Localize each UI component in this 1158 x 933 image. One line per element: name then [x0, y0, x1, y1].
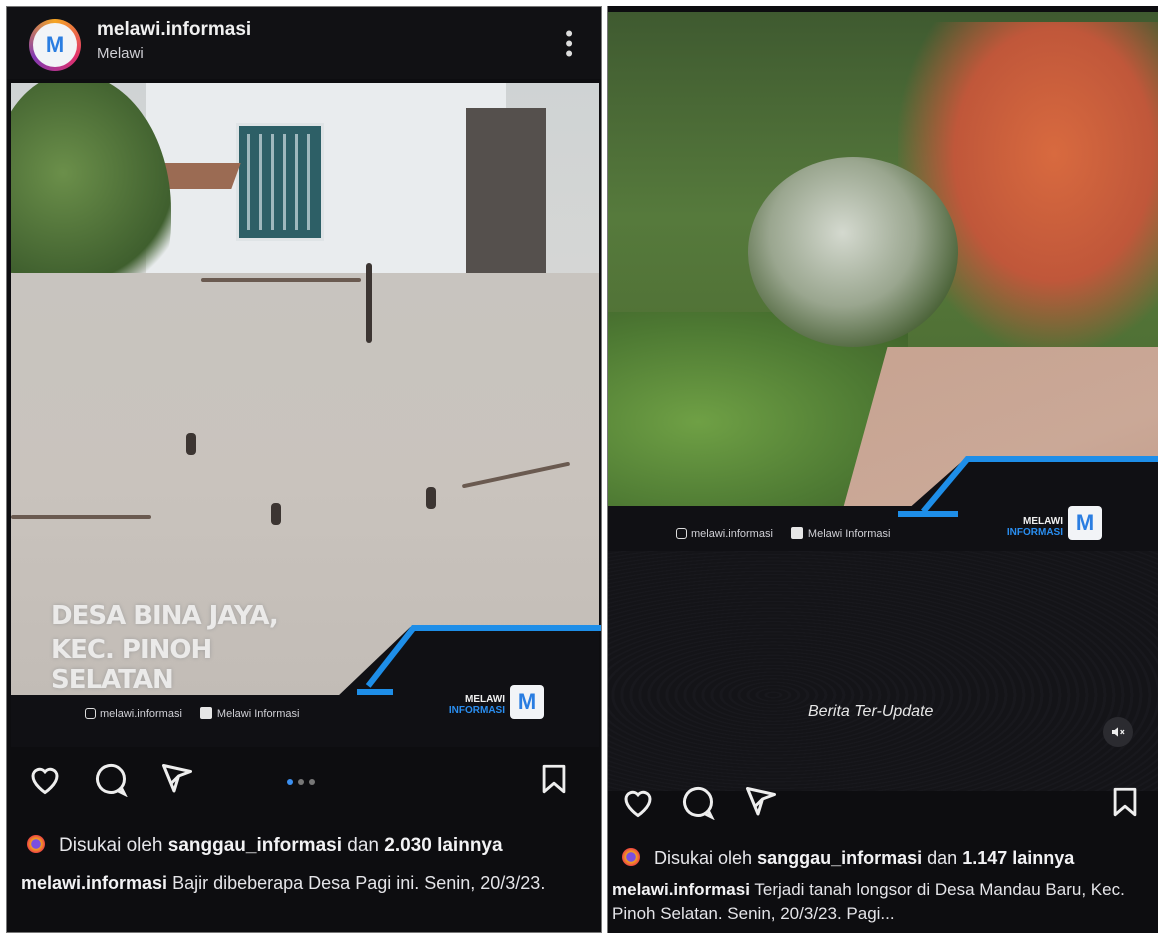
- caption-username[interactable]: melawi.informasi: [612, 880, 750, 899]
- bookmark-icon[interactable]: [537, 761, 571, 797]
- brand-accent-line: [357, 689, 393, 695]
- facebook-icon: [199, 707, 212, 719]
- more-icon[interactable]: • • •: [565, 23, 573, 65]
- brand-logo-icon: M: [1068, 506, 1102, 540]
- social-facebook: Melawi Informasi: [790, 527, 890, 540]
- post-caption: melawi.informasi Terjadi tanah longsor d…: [612, 878, 1152, 926]
- carousel-dot: [298, 779, 304, 785]
- carousel-indicator: [287, 779, 315, 785]
- brand-accent-line: [412, 625, 601, 631]
- brand-accent-line: [966, 456, 1158, 462]
- brand-logo-icon: M: [510, 685, 544, 719]
- send-icon[interactable]: [159, 761, 195, 797]
- facebook-icon: [790, 527, 803, 539]
- likes-summary[interactable]: Disukai oleh sanggau_informasi dan 1.147…: [622, 848, 1074, 869]
- social-facebook: Melawi Informasi: [199, 707, 299, 720]
- comment-icon[interactable]: [680, 784, 716, 820]
- post-actions: [608, 784, 1158, 834]
- window-image: [236, 123, 324, 241]
- post-actions: [7, 761, 601, 811]
- bookmark-icon[interactable]: [1108, 784, 1142, 820]
- liker-avatar: [622, 848, 640, 866]
- heart-icon[interactable]: [620, 784, 656, 820]
- social-instagram: melawi.informasi: [85, 707, 182, 720]
- likes-summary[interactable]: Disukai oleh sanggau_informasi dan 2.030…: [27, 835, 503, 857]
- video-background[interactable]: [608, 551, 1158, 791]
- brand-social-links: melawi.informasi Melawi Informasi: [676, 527, 890, 540]
- brand-accent-line: [898, 511, 958, 517]
- carousel-dot: [309, 779, 315, 785]
- brand-wordmark: MELAWI INFORMASI: [448, 694, 505, 716]
- avatar[interactable]: M: [29, 19, 81, 71]
- post-card-landslide: melawi.informasi Melawi Informasi MELAWI…: [607, 6, 1158, 933]
- debris: [201, 278, 361, 282]
- carousel-dot-active: [287, 779, 293, 785]
- post-header: M melawi.informasi Melawi • • •: [7, 7, 601, 79]
- caption-username[interactable]: melawi.informasi: [21, 873, 167, 893]
- mute-icon[interactable]: [1103, 717, 1133, 747]
- overlay-location-line1: DESA BINA JAYA,: [51, 601, 279, 631]
- debris: [426, 487, 436, 509]
- post-card-flood: M melawi.informasi Melawi • • • DESA BINA …: [6, 6, 602, 933]
- debris: [11, 515, 151, 519]
- social-instagram: melawi.informasi: [676, 527, 773, 540]
- fallen-tree-image: [748, 157, 958, 347]
- post-caption: melawi.informasi Bajir dibeberapa Desa P…: [21, 871, 581, 896]
- post-photo[interactable]: DESA BINA JAYA, KEC. PINOH SELATAN: [11, 83, 599, 695]
- post-location[interactable]: Melawi: [97, 45, 144, 62]
- brand-wordmark: MELAWI INFORMASI: [1006, 516, 1063, 538]
- video-label: Berita Ter-Update: [808, 703, 934, 720]
- instagram-icon: [85, 707, 96, 719]
- debris: [271, 503, 281, 525]
- comment-icon[interactable]: [93, 761, 129, 797]
- liker-avatar: [27, 835, 45, 853]
- post-photo[interactable]: [608, 12, 1158, 524]
- instagram-icon: [676, 527, 687, 539]
- send-icon[interactable]: [743, 784, 779, 820]
- doorway-image: [466, 108, 546, 278]
- debris: [366, 263, 372, 343]
- overlay-location-line2: KEC. PINOH SELATAN: [51, 635, 212, 695]
- debris: [461, 461, 571, 489]
- heart-icon[interactable]: [27, 761, 63, 797]
- brand-social-links: melawi.informasi Melawi Informasi: [85, 707, 299, 720]
- debris: [186, 433, 196, 455]
- m-logo-icon: M: [33, 23, 77, 67]
- post-username[interactable]: melawi.informasi: [97, 19, 251, 41]
- caption-text: Bajir dibeberapa Desa Pagi ini. Senin, 2…: [172, 873, 546, 893]
